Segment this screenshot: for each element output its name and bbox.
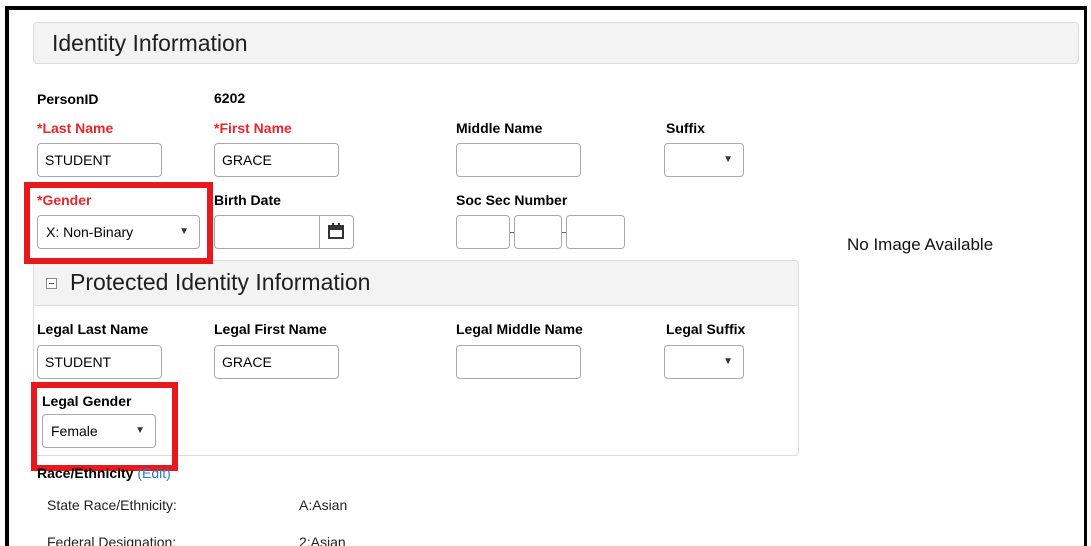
ssn-part1-input[interactable] <box>456 215 510 249</box>
ssn-part3-input[interactable] <box>566 215 625 249</box>
last-name-input[interactable]: STUDENT <box>37 143 162 177</box>
legal-middle-name-label: Legal Middle Name <box>456 321 583 337</box>
caret-down-icon: ▼ <box>723 154 733 165</box>
race-edit-link[interactable]: Edit <box>142 465 166 481</box>
collapse-minus-icon[interactable] <box>46 278 57 289</box>
birth-date-label: Birth Date <box>214 192 281 208</box>
no-image-text: No Image Available <box>847 235 994 254</box>
race-edit-suffix: ) <box>166 465 171 481</box>
first-name-label: *First Name <box>214 120 292 136</box>
legal-middle-name-input[interactable] <box>456 345 581 379</box>
identity-panel-header: Identity Information <box>33 22 1079 64</box>
suffix-select[interactable]: ▼ <box>664 143 744 177</box>
middle-name-label: Middle Name <box>456 120 543 136</box>
protected-identity-header[interactable]: Protected Identity Information <box>33 260 799 306</box>
middle-name-input[interactable] <box>456 143 581 177</box>
calendar-button[interactable] <box>320 215 354 249</box>
first-name-input[interactable]: GRACE <box>214 143 339 177</box>
calendar-icon <box>328 223 344 239</box>
ssn-label: Soc Sec Number <box>456 192 568 208</box>
legal-first-name-input[interactable]: GRACE <box>214 345 339 379</box>
birth-date-input[interactable] <box>214 215 320 249</box>
legal-first-name-label: Legal First Name <box>214 321 327 337</box>
person-id-value: 6202 <box>214 90 246 106</box>
gender-highlight-box <box>24 182 213 264</box>
ssn-part2-input[interactable] <box>514 215 562 249</box>
identity-title: Identity Information <box>52 30 248 56</box>
identity-frame: Identity Information PersonID 6202 *Last… <box>5 6 1087 546</box>
race-ethnicity-heading: Race/Ethnicity (Edit) <box>37 465 171 481</box>
race-ethnicity-label: Race/Ethnicity <box>37 465 134 481</box>
legal-suffix-select[interactable]: ▼ <box>664 345 744 379</box>
caret-down-icon: ▼ <box>723 356 733 367</box>
state-race-value: A:Asian <box>299 497 348 513</box>
federal-designation-label: Federal Designation: <box>47 534 177 546</box>
federal-designation-value: 2:Asian <box>299 534 346 546</box>
legal-suffix-label: Legal Suffix <box>666 321 746 337</box>
person-id-label: PersonID <box>37 91 99 107</box>
suffix-label: Suffix <box>666 120 705 136</box>
legal-last-name-input[interactable]: STUDENT <box>37 345 162 379</box>
protected-identity-title: Protected Identity Information <box>70 269 371 295</box>
legal-last-name-label: Legal Last Name <box>37 321 149 337</box>
legal-gender-highlight-box <box>31 382 178 471</box>
state-race-label: State Race/Ethnicity: <box>47 497 177 513</box>
last-name-label: *Last Name <box>37 120 114 136</box>
